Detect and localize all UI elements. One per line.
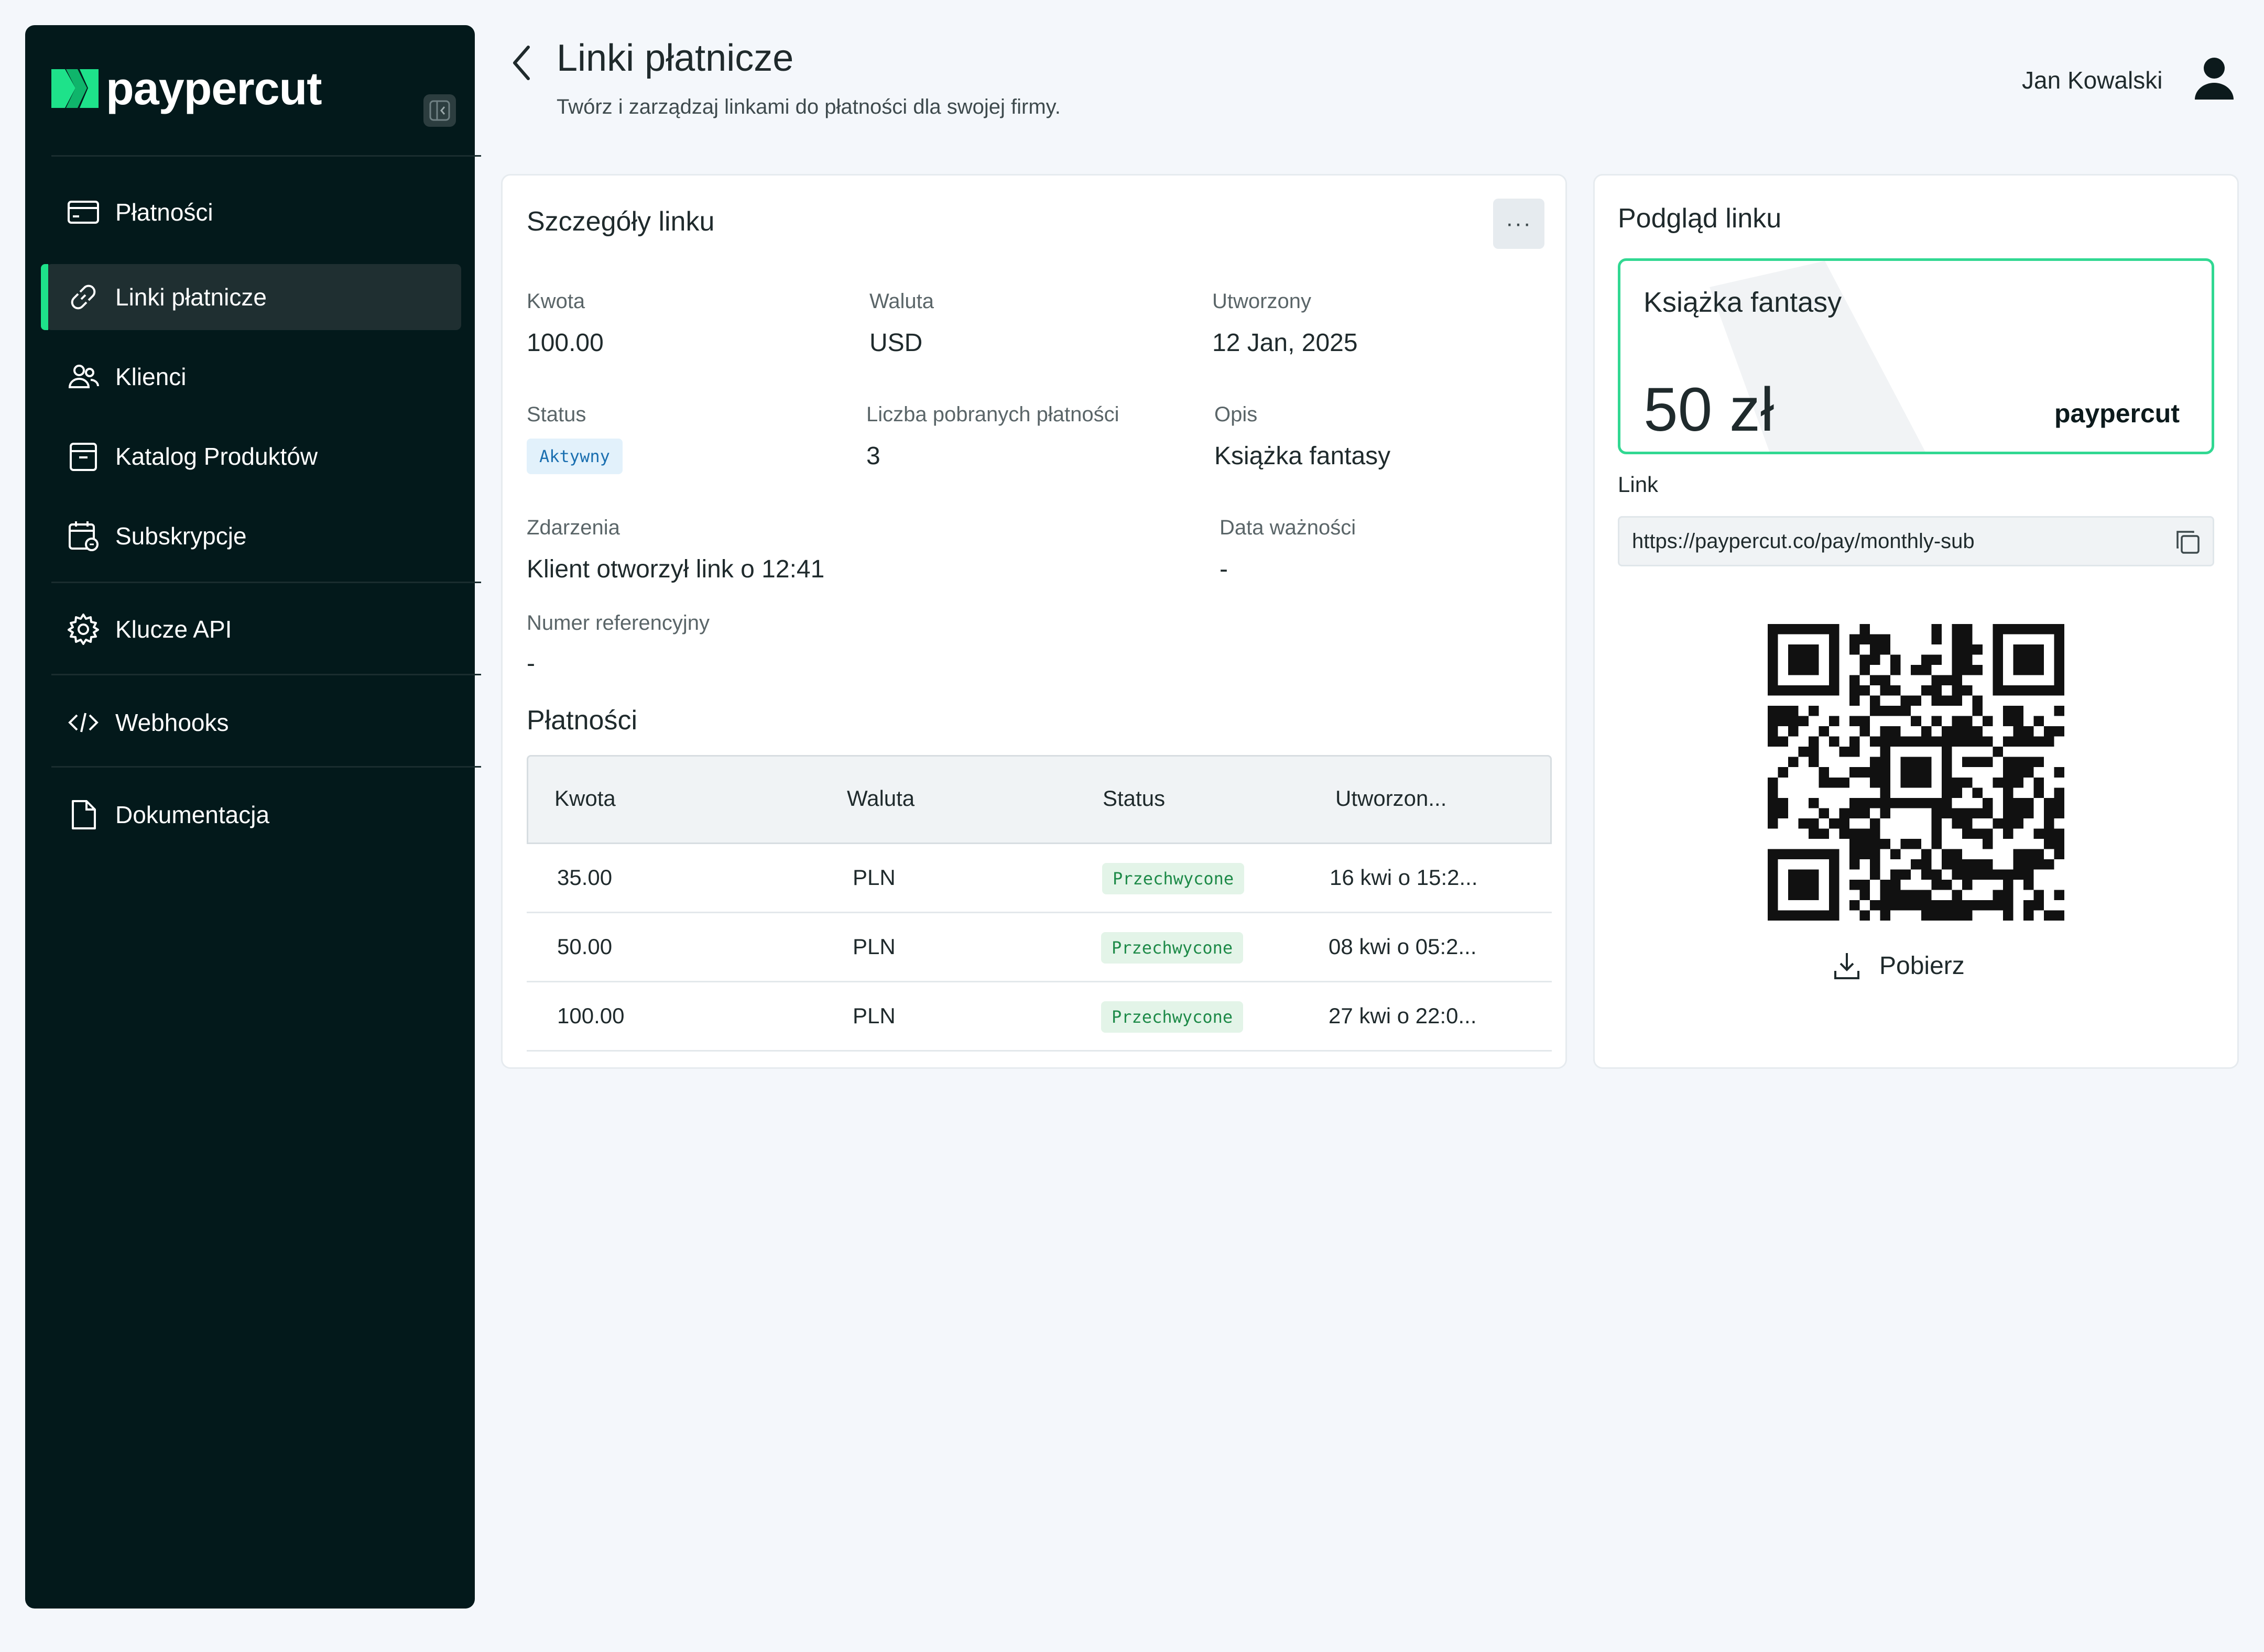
preview-brand-logo: paypercut: [2054, 399, 2180, 428]
reference-value: -: [527, 650, 535, 677]
column-header-amount[interactable]: Kwota: [554, 786, 616, 811]
sidebar-item-clients[interactable]: Klienci: [46, 344, 461, 410]
events-label: Zdarzenia: [527, 516, 620, 539]
amount-value: 100.00: [527, 329, 604, 357]
credit-card-icon: [66, 195, 101, 229]
events-value: Klient otworzył link o 12:41: [527, 555, 825, 583]
payment-preview: Książka fantasy 50 zł paypercut: [1618, 258, 2214, 454]
sidebar-divider: [51, 766, 481, 768]
document-icon: [66, 797, 101, 832]
calendar-subscription-icon: [66, 519, 101, 553]
page-title: Linki płatnicze: [557, 37, 794, 79]
link-preview-card: Podgląd linku Książka fantasy 50 zł payp…: [1593, 174, 2239, 1069]
sidebar-item-label: Subskrypcje: [115, 522, 247, 550]
copy-icon[interactable]: [2174, 529, 2202, 556]
created-value: 12 Jan, 2025: [1212, 329, 1358, 357]
payments-title: Płatności: [527, 705, 637, 736]
more-options-button[interactable]: ···: [1493, 199, 1544, 249]
preview-product-name: Książka fantasy: [1643, 287, 1842, 318]
users-icon: [66, 359, 101, 394]
table-header: Kwota Waluta Status Utworzon...: [527, 755, 1552, 844]
sidebar-item-label: Katalog Produktów: [115, 443, 318, 470]
payments-table: Kwota Waluta Status Utworzon... 35.00 PL…: [527, 755, 1552, 1052]
column-header-status[interactable]: Status: [1103, 786, 1165, 811]
sidebar-item-documentation[interactable]: Dokumentacja: [46, 782, 461, 848]
link-url-text: https://paypercut.co/pay/monthly-sub: [1632, 529, 1975, 553]
created-label: Utworzony: [1212, 290, 1311, 313]
cell-amount: 100.00: [557, 1003, 625, 1028]
back-arrow-icon[interactable]: [507, 43, 539, 83]
collapse-icon: [429, 100, 450, 121]
sidebar-item-api-keys[interactable]: Klucze API: [46, 596, 461, 662]
collapse-sidebar-button[interactable]: [423, 94, 456, 127]
sidebar: paypercut Płatności Linki płatnicze Klie…: [25, 25, 481, 1609]
sidebar-divider: [51, 674, 481, 675]
sidebar-divider: [51, 582, 481, 583]
qr-code: [1768, 624, 2064, 921]
sidebar-item-label: Płatności: [115, 199, 213, 226]
sidebar-item-label: Klucze API: [115, 616, 232, 643]
brand-logo[interactable]: paypercut: [50, 60, 322, 117]
sidebar-item-payments[interactable]: Płatności: [46, 179, 461, 245]
code-icon: [66, 705, 101, 740]
cell-created: 16 kwi o 15:2...: [1330, 865, 1478, 890]
preview-title: Podgląd linku: [1618, 203, 1782, 234]
link-label: Link: [1618, 472, 1659, 497]
archive-box-icon: [66, 439, 101, 474]
sidebar-item-payment-links[interactable]: Linki płatnicze: [41, 264, 461, 330]
expiry-label: Data ważności: [1220, 516, 1356, 539]
gear-icon: [66, 612, 101, 647]
sidebar-item-label: Klienci: [115, 363, 187, 390]
description-label: Opis: [1214, 403, 1258, 426]
details-title: Szczegóły linku: [527, 206, 715, 237]
sidebar-item-label: Webhooks: [115, 709, 229, 736]
sidebar-item-webhooks[interactable]: Webhooks: [46, 690, 461, 756]
preview-amount: 50 zł: [1643, 375, 1775, 444]
link-url-field[interactable]: https://paypercut.co/pay/monthly-sub: [1618, 516, 2214, 566]
user-avatar-icon[interactable]: [2193, 56, 2236, 101]
sidebar-divider: [51, 155, 481, 157]
payments-count-value: 3: [866, 442, 880, 470]
status-badge: Przechwycone: [1102, 863, 1245, 894]
cell-currency: PLN: [853, 1003, 896, 1028]
brand-name: paypercut: [106, 62, 322, 114]
cell-amount: 50.00: [557, 934, 613, 959]
user-name[interactable]: Jan Kowalski: [2022, 66, 2162, 94]
table-row[interactable]: 50.00 PLN Przechwycone 08 kwi o 05:2...: [527, 913, 1552, 982]
table-row[interactable]: 100.00 PLN Przechwycone 27 kwi o 22:0...: [527, 982, 1552, 1052]
description-value: Książka fantasy: [1214, 442, 1391, 470]
status-badge: Przechwycone: [1101, 932, 1244, 964]
download-label: Pobierz: [1879, 951, 1965, 980]
amount-label: Kwota: [527, 290, 585, 313]
cell-created: 27 kwi o 22:0...: [1329, 1003, 1477, 1028]
paypercut-logo-icon: [51, 69, 99, 108]
page-subtitle: Twórz i zarządzaj linkami do płatności d…: [557, 95, 1061, 118]
sidebar-item-label: Linki płatnicze: [115, 283, 267, 311]
status-badge: Aktywny: [527, 439, 623, 474]
sidebar-item-product-catalog[interactable]: Katalog Produktów: [46, 423, 461, 489]
download-icon: [1834, 953, 1859, 979]
sidebar-item-label: Dokumentacja: [115, 801, 270, 828]
sidebar-item-subscriptions[interactable]: Subskrypcje: [46, 503, 461, 569]
column-header-currency[interactable]: Waluta: [847, 786, 915, 811]
cell-created: 08 kwi o 05:2...: [1329, 934, 1477, 959]
more-icon: ···: [1506, 211, 1532, 236]
status-badge: Przechwycone: [1101, 1001, 1244, 1033]
cell-amount: 35.00: [557, 865, 613, 890]
column-header-created[interactable]: Utworzon...: [1335, 786, 1446, 811]
cell-currency: PLN: [853, 934, 896, 959]
link-icon: [66, 280, 101, 314]
download-button[interactable]: Pobierz: [1833, 945, 1965, 987]
link-details-card: Szczegóły linku ··· Kwota 100.00 Waluta …: [501, 174, 1567, 1069]
currency-value: USD: [869, 329, 923, 357]
currency-label: Waluta: [869, 290, 934, 313]
table-row[interactable]: 35.00 PLN Przechwycone 16 kwi o 15:2...: [527, 844, 1552, 913]
payments-count-label: Liczba pobranych płatności: [866, 403, 1119, 426]
cell-currency: PLN: [853, 865, 896, 890]
reference-label: Numer referencyjny: [527, 611, 710, 634]
status-label: Status: [527, 403, 586, 426]
expiry-value: -: [1220, 555, 1228, 583]
